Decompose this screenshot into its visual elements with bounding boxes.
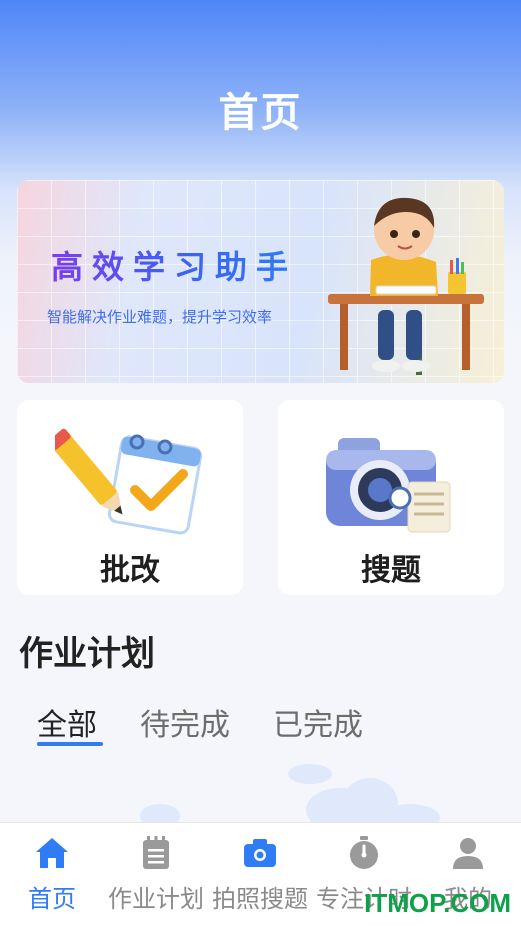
empty-state-clouds bbox=[140, 764, 440, 830]
grading-label: 批改 bbox=[100, 553, 160, 588]
nav-home[interactable]: 首页 bbox=[0, 823, 104, 926]
tab-completed[interactable]: 已完成 bbox=[273, 700, 363, 744]
student-illustration bbox=[328, 197, 484, 375]
tab-pending[interactable]: 待完成 bbox=[140, 700, 230, 744]
calendar-pencil-icon bbox=[55, 428, 203, 535]
home-icon bbox=[36, 838, 68, 868]
camera-icon bbox=[244, 839, 276, 867]
page-title: 首页 bbox=[218, 90, 303, 136]
stopwatch-icon bbox=[350, 836, 378, 869]
promo-banner[interactable]: 高效学习助手 智能解决作业难题，提升学习效率 bbox=[17, 180, 504, 383]
tab-all[interactable]: 全部 bbox=[37, 700, 97, 744]
nav-photo-search[interactable]: 拍照搜题 bbox=[208, 823, 312, 926]
search-question-card[interactable]: 搜题 bbox=[278, 400, 504, 595]
grading-card[interactable]: 批改 bbox=[17, 400, 243, 595]
camera-search-icon bbox=[326, 438, 451, 533]
banner-subtitle: 智能解决作业难题，提升学习效率 bbox=[47, 308, 273, 326]
watermark: ITMOP.COM bbox=[364, 888, 511, 918]
nav-homework-plan[interactable]: 作业计划 bbox=[104, 823, 208, 926]
user-icon bbox=[453, 838, 483, 869]
banner-title: 高效学习助手 bbox=[51, 242, 297, 288]
homework-plan-title: 作业计划 bbox=[19, 634, 155, 674]
search-question-label: 搜题 bbox=[361, 553, 421, 588]
home-page: 首页 高效学习助手 智能解决作业难题，提升学习效率 批改 搜题 作业计划 全部 … bbox=[0, 0, 521, 926]
active-tab-indicator bbox=[37, 742, 103, 746]
notepad-icon bbox=[143, 836, 169, 869]
